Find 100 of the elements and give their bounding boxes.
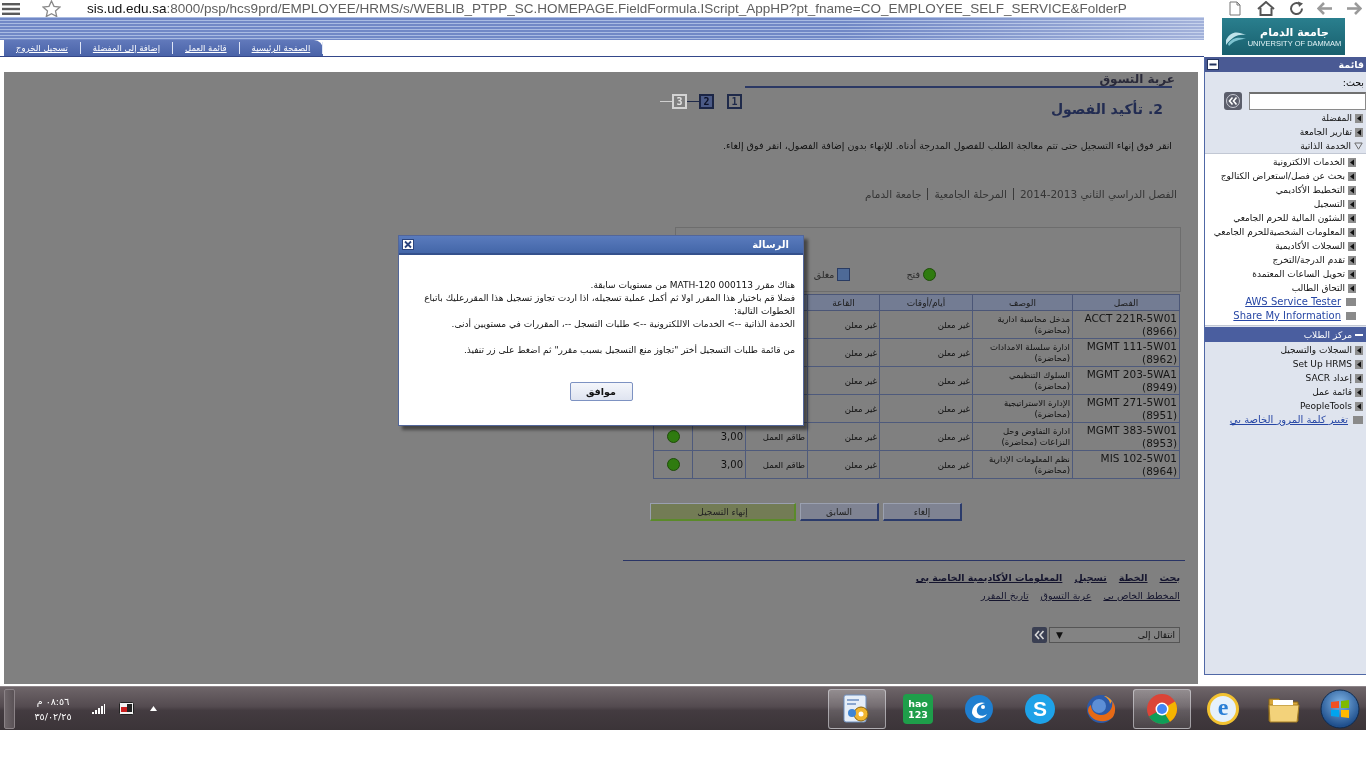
action-button[interactable]: السابق <box>800 503 879 521</box>
column-header: الفصل <box>1113 297 1139 308</box>
menu-link[interactable]: Share My Information <box>1205 309 1366 323</box>
menu-item[interactable]: PeopleTools <box>1205 399 1366 413</box>
nav-link[interactable]: قائمة العمل <box>173 42 240 54</box>
table-cell: غير معلن <box>844 403 877 415</box>
page-link[interactable]: تسجيل <box>1074 571 1107 584</box>
table-cell: غير معلن <box>937 375 970 387</box>
signal-bars-icon[interactable] <box>92 703 105 714</box>
up-arrow-icon[interactable] <box>150 706 157 711</box>
taskbar-clock[interactable]: ٠٨:٥٦ م ٣٥/٠٢/٢٥ <box>28 693 78 724</box>
column-header: أيام/أوقات <box>906 297 946 308</box>
double-chevron-icon <box>1032 627 1047 643</box>
ok-button[interactable]: موافق <box>569 382 633 401</box>
jump-dropdown[interactable]: انتقال إلى ▼ <box>1049 627 1180 643</box>
table-cell-text: نظم المعلومات الإدارية (محاضرة) <box>987 453 1070 476</box>
back-arrow-icon[interactable] <box>1317 2 1333 15</box>
forward-arrow-icon[interactable] <box>1346 2 1362 15</box>
message-text: فضلا قم باختيار هذا المقرر اولا ثم أكمل عملية تسجيله، اذا اردت تجاوز تسجيل هذا المقررعليك باتباع الخطوات التالية: <box>423 292 795 318</box>
action-button[interactable]: إلغاء <box>883 503 962 521</box>
menu-item[interactable]: التسجيل <box>1205 197 1366 211</box>
menu-item[interactable]: المعلومات الشخصيةللحرم الجامعي <box>1205 225 1366 239</box>
table-cell-text: MGMT 203-5WA1 (8949) <box>1085 367 1177 394</box>
page-title: عربة التسوق <box>1099 72 1175 86</box>
step-heading: 2. تأكيد الفصول <box>1050 101 1163 118</box>
action-button[interactable]: إنهاء التسجيل <box>650 503 796 521</box>
message-text: هناك مقرر MATH-120 000113 من مستويات سابقة. <box>589 279 795 292</box>
reload-icon[interactable] <box>1289 1 1305 16</box>
collapse-button[interactable] <box>1207 59 1219 70</box>
four-pane-flag-icon <box>1320 688 1360 729</box>
star-icon[interactable] <box>42 0 61 17</box>
column-header: القاعة <box>832 297 855 308</box>
segmented-circle-icon <box>1146 692 1178 725</box>
page-link[interactable]: المخطط الخاص بي <box>1103 589 1180 602</box>
table-cell: 3,00 <box>720 431 743 442</box>
table-cell-text: MGMT 111-5W01 (8962) <box>1085 339 1177 366</box>
menu-item[interactable]: بحث عن فصل/استعراض الكتالوج <box>1205 169 1366 183</box>
fox-globe-icon <box>1085 692 1117 725</box>
menu-item[interactable]: الشئون المالية للحرم الجامعي <box>1205 211 1366 225</box>
menu-item[interactable]: مركز الطلاب <box>1205 327 1366 342</box>
nav-link[interactable]: تسجيل الخروج <box>4 42 81 54</box>
sidebar-title: قائمة <box>1338 58 1364 71</box>
close-icon <box>402 239 414 250</box>
instruction-text: انقر فوق إنهاء التسجيل حتى تتم معالجة الطلب للفصول المدرجة أدناه. للإنهاء بدون إضافة الفصول، انقر فوق إلغاء. <box>723 140 1172 152</box>
legend-label: فتح <box>906 269 920 280</box>
menu-item[interactable]: التحاق الطالب <box>1205 281 1366 295</box>
address-field[interactable]: sis.ud.edu.sa:8000/psp/hcs9prd/EMPLOYEE/HRMS/s/WEBLIB_PTPP_SC.HOMEPAGE.FieldFormula.IScript_AppHP?pt_fname=CO_EMPLOYEE_SELF_SERVICE&FolderP <box>87 0 1223 17</box>
nav-link[interactable]: الصفحة الرئيسية <box>239 42 324 54</box>
table-cell: غير معلن <box>844 375 877 387</box>
table-cell-text: ادارة التفاوض وحل النزاعات (محاضرة) <box>1000 425 1070 448</box>
legend-label: مغلق <box>813 269 835 280</box>
menu-icon[interactable] <box>2 2 20 15</box>
page-link[interactable]: بحث <box>1159 571 1180 584</box>
menu-link[interactable]: تغيير كلمة المرور الخاصة بي <box>1205 413 1366 427</box>
table-cell-text: مدخل محاسبة ادارية (محاضرة) <box>996 313 1070 336</box>
menu-item[interactable]: الخدمات الالكترونية <box>1205 155 1366 169</box>
table-cell: غير معلن <box>844 459 877 471</box>
nav-link[interactable]: إضافة إلى المفضلة <box>80 42 173 54</box>
menu-item[interactable]: التخطيط الأكاديمي <box>1205 183 1366 197</box>
search-field[interactable] <box>1249 92 1366 110</box>
taskbar-button[interactable] <box>828 688 886 729</box>
table-cell: غير معلن <box>937 319 970 331</box>
table-cell: غير معلن <box>844 319 877 331</box>
double-chevron-icon <box>1224 92 1242 110</box>
go-button[interactable] <box>1224 92 1242 110</box>
page-link[interactable]: تاريخ المقرر <box>980 589 1029 602</box>
page-link[interactable]: الخطة <box>1118 571 1148 584</box>
page-link[interactable]: عربة التسوق <box>1040 589 1092 602</box>
term-text: المرحلة الجامعية <box>934 187 1007 201</box>
page-link[interactable]: المعلومات الأكاديمية الخاصة بي <box>915 571 1063 584</box>
menu-link[interactable]: AWS Service Tester <box>1205 295 1366 309</box>
menu-item[interactable]: تقدم الدرجة/التخرج <box>1205 253 1366 267</box>
table-cell-text: الإدارة الاستراتيجية (محاضرة) <box>1002 397 1070 420</box>
menu-item[interactable]: الخدمة الذاتية <box>1205 139 1366 153</box>
menu-item[interactable]: المفضلة <box>1205 111 1366 125</box>
menu-item[interactable]: السجلات والتسجيل <box>1205 343 1366 357</box>
dialog-title: الرسالة <box>752 238 789 251</box>
close-button[interactable] <box>402 239 414 250</box>
page-icon[interactable] <box>1229 1 1241 16</box>
menu-item[interactable]: إعداد SACR <box>1205 371 1366 385</box>
message-text: من قائمة طلبات التسجيل أختر "تجاوز منع التسجيل بسبب مقرر" ثم اضغط على زر تنفيذ. <box>462 344 795 357</box>
flag-icon[interactable] <box>119 702 134 715</box>
menu-item[interactable]: تحويل الساعات المعتمدة <box>1205 267 1366 281</box>
menu-item[interactable]: السجلات الأكاديمية <box>1205 239 1366 253</box>
table-cell-text: MGMT 383-5W01 (8953) <box>1085 423 1177 450</box>
go-button[interactable] <box>1032 627 1047 643</box>
swirl-icon <box>963 692 995 725</box>
table-cell: غير معلن <box>937 459 970 471</box>
menu-item[interactable]: Set Up HRMS <box>1205 357 1366 371</box>
table-cell: غير معلن <box>937 431 970 443</box>
taskbar-button[interactable]: e <box>1194 688 1252 729</box>
table-cell: غير معلن <box>937 347 970 359</box>
menu-item[interactable]: قائمة عمل <box>1205 385 1366 399</box>
home-icon[interactable] <box>1257 1 1275 16</box>
minus-icon <box>1207 59 1219 70</box>
menu-item[interactable]: تقارير الجامعة <box>1205 125 1366 139</box>
term-text: الفصل الدراسي الثاني 2013-2014 <box>1019 187 1177 201</box>
table-cell-text: ACCT 221R-5W01 (8966) <box>1083 311 1177 338</box>
text-tile-icon: hao 123 <box>903 693 933 724</box>
taskbar-button[interactable] <box>1133 688 1191 729</box>
